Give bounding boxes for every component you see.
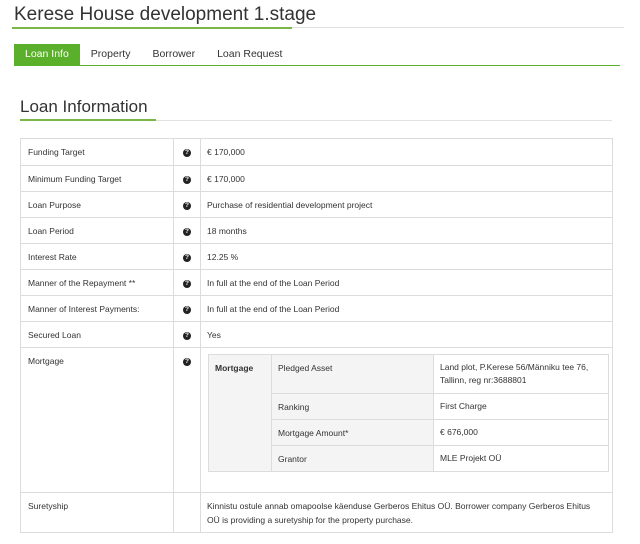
mortgage-value: MLE Projekt OÜ [433, 445, 609, 472]
table-row: Funding Target ? € 170,000 [20, 138, 613, 166]
tab-loan-request[interactable]: Loan Request [206, 44, 293, 65]
mortgage-value: € 676,000 [433, 419, 609, 446]
table-row: Minimum Funding Target ? € 170,000 [20, 165, 613, 192]
tab-borrower[interactable]: Borrower [141, 44, 206, 65]
row-value: In full at the end of the Loan Period [200, 269, 613, 296]
row-label: Funding Target [20, 138, 174, 166]
section-accent-underline [20, 119, 156, 121]
tab-bar: Loan Info Property Borrower Loan Request [14, 44, 293, 65]
row-label: Secured Loan [20, 321, 174, 348]
row-value: 18 months [200, 217, 613, 244]
mortgage-table: Mortgage Pledged Asset Land plot, P.Kere… [208, 354, 609, 472]
row-label: Loan Purpose [20, 191, 174, 218]
tab-bar-underline [14, 65, 620, 66]
question-circle-icon[interactable]: ? [183, 149, 191, 157]
tab-loan-info[interactable]: Loan Info [14, 44, 80, 65]
mortgage-row: Mortgage Pledged Asset Land plot, P.Kere… [208, 354, 609, 472]
mortgage-cell: Mortgage Pledged Asset Land plot, P.Kere… [200, 347, 613, 493]
title-accent-underline [12, 27, 292, 29]
mortgage-key: Mortgage Amount* [271, 419, 434, 446]
row-value: € 170,000 [200, 165, 613, 192]
mortgage-value: First Charge [433, 393, 609, 420]
row-value: 12.25 % [200, 243, 613, 270]
question-circle-icon[interactable]: ? [183, 228, 191, 236]
page-title: Kerese House development 1.stage [14, 4, 317, 25]
question-circle-icon[interactable]: ? [183, 254, 191, 262]
row-label: Minimum Funding Target [20, 165, 174, 192]
mortgage-key: Ranking [271, 393, 434, 420]
row-value: € 170,000 [200, 138, 613, 166]
question-circle-icon[interactable]: ? [183, 280, 191, 288]
row-label: Loan Period [20, 217, 174, 244]
question-circle-icon[interactable]: ? [183, 202, 191, 210]
row-label: Mortgage [20, 347, 174, 493]
table-row: Manner of the Repayment ** ? In full at … [20, 269, 613, 296]
table-row-suretyship: Suretyship Kinnistu ostule annab omapool… [20, 492, 613, 533]
question-circle-icon[interactable]: ? [183, 332, 191, 340]
table-row: Loan Purpose ? Purchase of residential d… [20, 191, 613, 218]
row-label: Suretyship [20, 492, 174, 533]
tab-property[interactable]: Property [80, 44, 142, 65]
mortgage-value: Land plot, P.Kerese 56/Männiku tee 76, T… [433, 354, 609, 394]
table-row: Interest Rate ? 12.25 % [20, 243, 613, 270]
section-title: Loan Information [20, 97, 148, 116]
row-label: Manner of the Repayment ** [20, 269, 174, 296]
row-value: Purchase of residential development proj… [200, 191, 613, 218]
row-value: Yes [200, 321, 613, 348]
question-circle-icon[interactable]: ? [183, 176, 191, 184]
mortgage-key: Grantor [271, 445, 434, 472]
question-circle-icon[interactable]: ? [183, 358, 191, 366]
row-value: In full at the end of the Loan Period [200, 295, 613, 322]
table-row-mortgage: Mortgage ? Mortgage Pledged Asset Land p… [20, 347, 613, 493]
mortgage-header: Mortgage [208, 354, 272, 472]
table-row: Loan Period ? 18 months [20, 217, 613, 244]
table-row: Secured Loan ? Yes [20, 321, 613, 348]
table-row: Manner of Interest Payments: ? In full a… [20, 295, 613, 322]
question-circle-icon[interactable]: ? [183, 306, 191, 314]
loan-info-table: Funding Target ? € 170,000 Minimum Fundi… [20, 138, 613, 533]
row-label: Manner of Interest Payments: [20, 295, 174, 322]
row-label: Interest Rate [20, 243, 174, 270]
row-value: Kinnistu ostule annab omapoolse käenduse… [200, 492, 613, 533]
mortgage-key: Pledged Asset [271, 354, 434, 394]
